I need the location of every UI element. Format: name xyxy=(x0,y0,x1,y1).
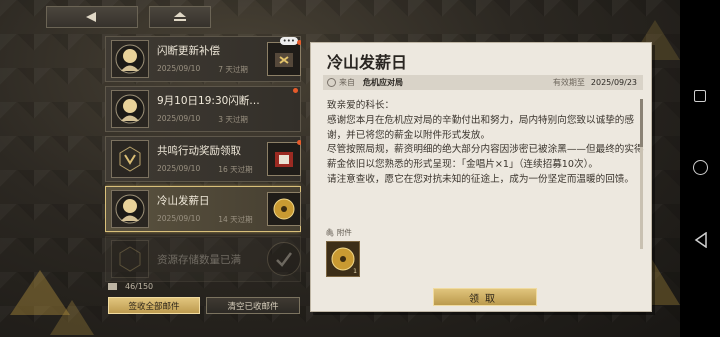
recents-icon[interactable] xyxy=(694,90,706,102)
claim-button[interactable]: 领取 xyxy=(433,288,537,306)
mail-detail-title: 冷山发薪日 xyxy=(327,53,408,72)
mail-item[interactable]: 共鸣行动奖励领取 2025/09/10 16 天过期 xyxy=(105,136,301,182)
gold-record-icon xyxy=(267,192,301,226)
attachment-item[interactable]: 1 xyxy=(326,241,360,277)
mail-body: 致亲爱的科长： 感谢您本月在危机应对局的辛勤付出和努力，局内特别向您致以诚挚的感… xyxy=(327,100,644,185)
mail-date: 2025/09/10 xyxy=(157,64,201,73)
mail-count-text: 46/150 xyxy=(125,282,154,291)
mail-item[interactable]: 资源存储数量已满 xyxy=(105,236,301,282)
home-icon xyxy=(174,12,186,21)
mail-item[interactable]: 9月10日19:30闪断… 2025/09/10 3 天过期 xyxy=(105,86,301,132)
sender-icon xyxy=(327,78,336,87)
mail-expiry: 14 天过期 xyxy=(218,215,253,224)
mail-title: 闪断更新补偿 xyxy=(157,45,220,57)
gold-record-icon xyxy=(331,247,355,271)
mail-title: 共鸣行动奖励领取 xyxy=(157,145,241,157)
supply-box-icon: ••• xyxy=(267,37,301,76)
from-label: 来自 xyxy=(339,78,355,87)
mail-date: 2025/09/10 xyxy=(157,164,201,173)
mail-expiry: 7 天过期 xyxy=(218,65,248,74)
scrollbar-thumb[interactable] xyxy=(640,99,643,147)
character-avatar xyxy=(111,40,149,78)
character-avatar xyxy=(111,190,149,228)
paperclip-icon: 🖇 xyxy=(325,228,335,237)
clear-received-button[interactable]: 清空已收邮件 xyxy=(206,297,300,314)
emblem-avatar xyxy=(111,240,149,278)
mail-icon xyxy=(108,283,117,290)
mail-count: 46/150 xyxy=(108,282,153,291)
red-box-icon xyxy=(267,140,301,176)
mail-item[interactable]: 闪断更新补偿 2025/09/10 7 天过期 ••• xyxy=(105,36,301,82)
claim-all-button[interactable]: 签收全部邮件 xyxy=(108,297,200,314)
check-icon xyxy=(267,242,301,276)
unread-dot xyxy=(293,88,298,93)
mail-title: 冷山发薪日 xyxy=(157,195,210,207)
back-button[interactable] xyxy=(46,6,138,28)
mail-detail-panel: 冷山发薪日 来自 危机应对局 有效期至 2025/09/23 致亲爱的科长： 感… xyxy=(310,42,652,312)
scrollbar[interactable] xyxy=(640,99,643,249)
attachment-label-text: 附件 xyxy=(336,228,352,237)
attachment-qty: 1 xyxy=(353,268,357,275)
mail-title: 资源存储数量已满 xyxy=(157,253,241,266)
sender-name: 危机应对局 xyxy=(363,78,403,87)
unread-dot xyxy=(297,140,301,145)
mail-date: 2025/09/10 xyxy=(157,214,201,223)
attachment-label: 🖇 附件 xyxy=(325,227,352,238)
unread-dot xyxy=(297,40,301,45)
expiry-label: 有效期至 xyxy=(552,78,585,87)
home-button[interactable] xyxy=(149,6,211,28)
decor-triangle xyxy=(50,300,94,335)
home-nav-icon[interactable] xyxy=(693,160,708,175)
mail-item-selected[interactable]: 冷山发薪日 2025/09/10 14 天过期 xyxy=(105,186,301,232)
mail-expiry: 16 天过期 xyxy=(218,165,253,174)
expiry-date: 2025/09/23 xyxy=(590,78,637,87)
back-nav-icon[interactable] xyxy=(694,232,708,248)
more-badge: ••• xyxy=(279,37,298,45)
mail-list: 闪断更新补偿 2025/09/10 7 天过期 ••• 9月10日19:30闪断…… xyxy=(105,36,301,282)
mail-date: 2025/09/10 xyxy=(157,114,201,123)
emblem-avatar xyxy=(111,140,149,178)
sender-bar: 来自 危机应对局 有效期至 2025/09/23 xyxy=(323,75,643,90)
mail-expiry: 3 天过期 xyxy=(218,115,248,124)
mail-title: 9月10日19:30闪断… xyxy=(157,95,260,107)
back-arrow-icon xyxy=(86,12,96,22)
character-avatar xyxy=(111,90,149,128)
